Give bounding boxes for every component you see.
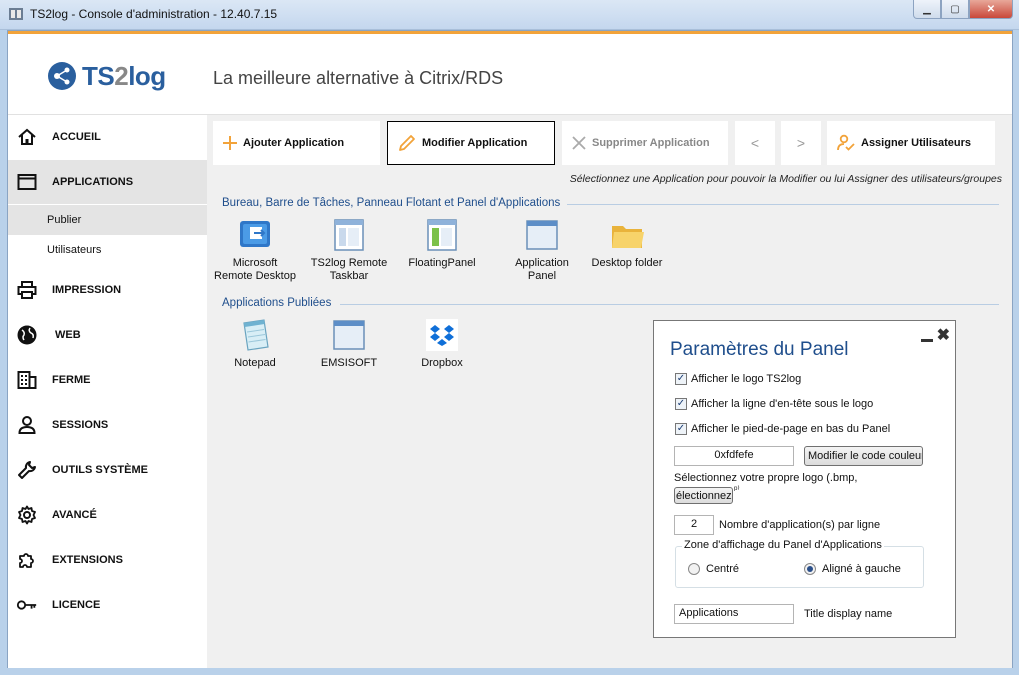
window-icon bbox=[16, 171, 38, 193]
apps-per-line-label: Nombre d'application(s) par ligne bbox=[719, 519, 881, 531]
sidebar-item-avance[interactable]: AVANCÉ bbox=[8, 493, 207, 537]
header: TS2log La meilleure alternative à Citrix… bbox=[8, 31, 1012, 115]
checkmark-icon: ✓ bbox=[675, 398, 687, 410]
sidebar-item-extensions[interactable]: EXTENSIONS bbox=[8, 538, 207, 582]
radio-selected-icon bbox=[804, 563, 816, 575]
app-dropbox[interactable]: Dropbox bbox=[396, 317, 488, 370]
add-application-button[interactable]: Ajouter Application bbox=[213, 121, 380, 165]
app-emsisoft[interactable]: EMSISOFT bbox=[303, 317, 395, 370]
key-icon bbox=[16, 594, 38, 616]
panel-settings-dialog: Paramètres du Panel ✖ ✓ Afficher le logo… bbox=[653, 320, 956, 638]
logo-select-label: Sélectionnez votre propre logo (.bmp, bbox=[674, 472, 858, 484]
apps-per-line-input[interactable]: 2 bbox=[674, 515, 714, 535]
modify-color-button[interactable]: Modifier le code couleur bbox=[804, 446, 923, 466]
home-icon bbox=[16, 126, 38, 148]
sidebar: ACCUEIL APPLICATIONS Publier Utilisateur… bbox=[8, 115, 207, 668]
display-zone-legend: Zone d'affichage du Panel d'Applications bbox=[682, 539, 884, 551]
sidebar-subitem-publier[interactable]: Publier bbox=[8, 205, 207, 235]
tagline: La meilleure alternative à Citrix/RDS bbox=[213, 68, 504, 88]
dropbox-icon bbox=[426, 319, 458, 351]
user-check-icon bbox=[837, 134, 855, 152]
pencil-icon bbox=[398, 134, 416, 152]
close-icon bbox=[572, 136, 586, 150]
main-content: Ajouter Application Modifier Application… bbox=[207, 115, 1012, 668]
close-panel-icon[interactable]: ✖ bbox=[937, 325, 950, 345]
window-titlebar: TS2log - Console d'administration - 12.4… bbox=[0, 0, 1019, 30]
align-left-radio[interactable]: Aligné à gauche bbox=[804, 563, 901, 575]
section-divider bbox=[567, 204, 999, 205]
ts2log-logo-icon bbox=[48, 62, 76, 90]
printer-icon bbox=[16, 279, 38, 301]
previous-button[interactable]: < bbox=[735, 121, 775, 165]
taskbar-icon bbox=[334, 219, 364, 251]
panel-settings-title: Paramètres du Panel bbox=[670, 339, 849, 360]
select-logo-button[interactable]: électionnez bbox=[674, 487, 733, 504]
puzzle-icon bbox=[16, 549, 38, 571]
published-section-title: Applications Publiées bbox=[222, 297, 332, 309]
sidebar-item-applications[interactable]: APPLICATIONS bbox=[8, 160, 207, 204]
sidebar-item-licence[interactable]: LICENCE bbox=[8, 583, 207, 627]
sidebar-item-impression[interactable]: IMPRESSION bbox=[8, 268, 207, 312]
color-code-input[interactable]: 0xfdfefe bbox=[674, 446, 794, 466]
logo-text: TS2log bbox=[82, 60, 166, 91]
sidebar-subitem-utilisateurs[interactable]: Utilisateurs bbox=[8, 235, 207, 265]
delete-application-button[interactable]: Supprimer Application bbox=[562, 121, 728, 165]
center-radio[interactable]: Centré bbox=[688, 563, 739, 575]
close-button[interactable]: ✕ bbox=[969, 0, 1013, 19]
app-ts2log-remote-taskbar[interactable]: TS2log Remote Taskbar bbox=[303, 217, 395, 283]
minimize-button[interactable]: ▁ bbox=[913, 0, 941, 19]
window-controls: ▁ ▢ ✕ bbox=[913, 0, 1013, 20]
sidebar-item-sessions[interactable]: SESSIONS bbox=[8, 403, 207, 447]
logo-select-suffix: ᵖ⁾ bbox=[734, 484, 740, 494]
radio-empty-icon bbox=[688, 563, 700, 575]
plus-icon bbox=[223, 136, 237, 150]
assign-users-button[interactable]: Assigner Utilisateurs bbox=[827, 121, 995, 165]
desktop-section-title: Bureau, Barre de Tâches, Panneau Flotant… bbox=[222, 197, 561, 209]
logo: TS2log bbox=[46, 60, 166, 92]
app-application-panel[interactable]: Application Panel bbox=[496, 217, 588, 283]
gear-icon bbox=[16, 504, 38, 526]
user-icon bbox=[16, 414, 38, 436]
app-window: TS2log La meilleure alternative à Citrix… bbox=[7, 30, 1013, 668]
selection-hint: Sélectionnez une Application pour pouvoi… bbox=[569, 173, 1002, 185]
notepad-icon bbox=[243, 319, 269, 351]
app-floatingpanel[interactable]: FloatingPanel bbox=[396, 217, 488, 270]
show-header-line-checkbox[interactable]: ✓ Afficher la ligne d'en-tête sous le lo… bbox=[675, 398, 873, 410]
show-logo-checkbox[interactable]: ✓ Afficher le logo TS2log bbox=[675, 373, 801, 385]
building-icon bbox=[16, 369, 38, 391]
application-panel-icon bbox=[526, 220, 558, 250]
app-notepad[interactable]: Notepad bbox=[209, 317, 301, 370]
sidebar-item-outils-systeme[interactable]: OUTILS SYSTÈME bbox=[8, 448, 207, 492]
next-button[interactable]: > bbox=[781, 121, 821, 165]
remote-desktop-icon bbox=[240, 221, 270, 247]
section-divider bbox=[340, 304, 999, 305]
floating-panel-icon bbox=[427, 219, 457, 251]
globe-icon bbox=[16, 324, 38, 346]
sidebar-item-ferme[interactable]: FERME bbox=[8, 358, 207, 402]
chevron-left-icon: < bbox=[750, 135, 760, 151]
sidebar-item-web[interactable]: WEB bbox=[8, 313, 207, 357]
edit-application-button[interactable]: Modifier Application bbox=[387, 121, 555, 165]
wrench-icon bbox=[16, 459, 38, 481]
sidebar-item-accueil[interactable]: ACCUEIL bbox=[8, 115, 207, 159]
window-title: TS2log - Console d'administration - 12.4… bbox=[30, 7, 278, 21]
minimize-panel-icon[interactable] bbox=[921, 329, 933, 343]
app-desktop-folder[interactable]: Desktop folder bbox=[581, 217, 673, 270]
show-footer-checkbox[interactable]: ✓ Afficher le pied-de-page en bas du Pan… bbox=[675, 423, 890, 435]
title-display-label: Title display name bbox=[804, 608, 893, 620]
chevron-right-icon: > bbox=[796, 135, 806, 151]
folder-icon bbox=[612, 226, 644, 248]
maximize-button[interactable]: ▢ bbox=[941, 0, 969, 19]
application-window-icon bbox=[333, 320, 365, 350]
app-icon bbox=[9, 8, 23, 20]
app-microsoft-remote-desktop[interactable]: Microsoft Remote Desktop bbox=[209, 217, 301, 283]
checkmark-icon: ✓ bbox=[675, 423, 687, 435]
display-zone-group: Zone d'affichage du Panel d'Applications… bbox=[675, 539, 924, 588]
title-display-input[interactable]: Applications bbox=[674, 604, 794, 624]
checkmark-icon: ✓ bbox=[675, 373, 687, 385]
